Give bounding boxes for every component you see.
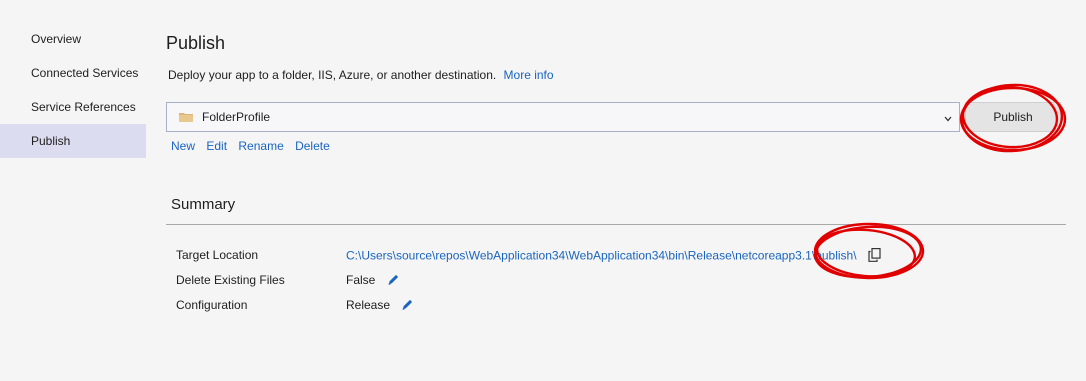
chevron-down-icon[interactable] xyxy=(943,111,953,129)
row-value: False xyxy=(346,273,400,289)
sidebar: Overview Connected Services Service Refe… xyxy=(0,22,146,158)
more-info-link[interactable]: More info xyxy=(504,68,554,82)
pencil-icon[interactable] xyxy=(387,273,400,289)
subtitle-text: Deploy your app to a folder, IIS, Azure,… xyxy=(168,68,497,82)
publish-button[interactable]: Publish xyxy=(965,102,1061,132)
sidebar-item-publish[interactable]: Publish xyxy=(0,124,146,158)
configuration-value: Release xyxy=(346,298,391,313)
sidebar-item-service-references[interactable]: Service References xyxy=(0,90,146,124)
page-subtitle: Deploy your app to a folder, IIS, Azure,… xyxy=(168,68,554,82)
rename-link[interactable]: Rename xyxy=(238,139,283,153)
pencil-icon[interactable] xyxy=(401,298,414,314)
sidebar-item-connected-services[interactable]: Connected Services xyxy=(0,56,146,90)
row-label: Target Location xyxy=(176,248,259,262)
copy-icon[interactable] xyxy=(868,248,881,265)
sidebar-item-overview[interactable]: Overview xyxy=(0,22,146,56)
delete-existing-value: False xyxy=(346,273,376,288)
row-value: C:\Users\source\repos\WebApplication34\W… xyxy=(346,248,881,265)
profile-actions: New Edit Rename Delete xyxy=(171,139,338,153)
profile-name: FolderProfile xyxy=(202,110,271,124)
page-title: Publish xyxy=(166,33,226,53)
target-location-link[interactable]: C:\Users\source\repos\WebApplication34\W… xyxy=(346,249,857,263)
annotation-overlay xyxy=(813,83,1067,280)
new-link[interactable]: New xyxy=(171,139,195,153)
profile-dropdown[interactable]: FolderProfile xyxy=(166,102,960,132)
delete-link[interactable]: Delete xyxy=(295,139,330,153)
row-value: Release xyxy=(346,298,414,314)
summary-divider xyxy=(166,224,1066,225)
summary-heading: Summary xyxy=(171,196,236,213)
edit-link[interactable]: Edit xyxy=(206,139,227,153)
row-label: Configuration xyxy=(176,298,248,312)
folder-icon xyxy=(179,112,193,122)
row-label: Delete Existing Files xyxy=(176,273,285,287)
